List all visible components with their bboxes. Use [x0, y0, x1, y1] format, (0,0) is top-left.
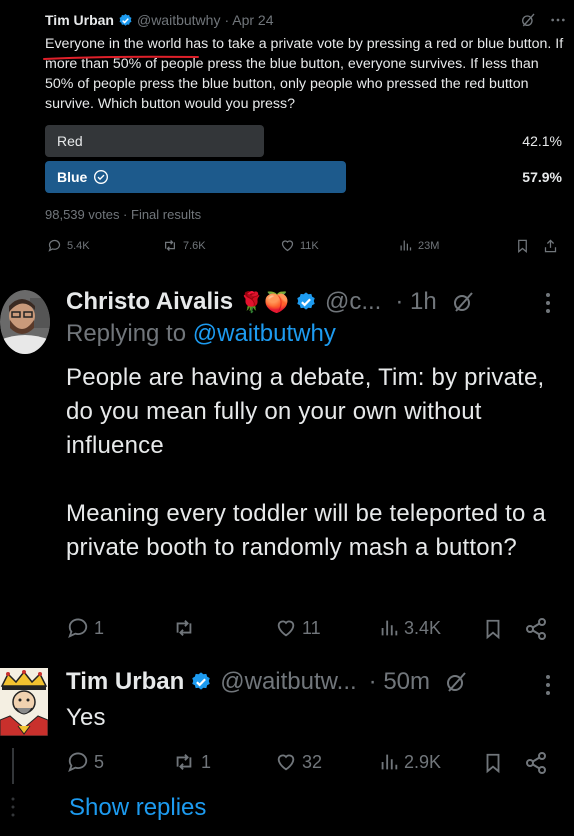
- heart-icon: [281, 240, 294, 252]
- thread-dots-icon: [10, 796, 16, 818]
- bookmark-icon: [518, 239, 527, 253]
- repost-icon: [165, 240, 175, 251]
- reply-count: 1: [94, 617, 105, 638]
- share-icon: [544, 239, 557, 253]
- more-options-icon[interactable]: [550, 12, 566, 28]
- quoted-tweet-text: Everyone in the world has to take a priv…: [45, 36, 564, 112]
- share-button[interactable]: [543, 238, 558, 254]
- avatar[interactable]: [0, 290, 50, 354]
- more-options-icon[interactable]: [544, 292, 552, 314]
- quoted-tweet-header: Tim Urban @waitbutwhy · Apr 24: [45, 12, 273, 28]
- reply-button[interactable]: 1: [66, 617, 104, 639]
- reply1-author-handle[interactable]: @c...: [325, 288, 381, 316]
- replying-to: Replying to @waitbutwhy: [66, 320, 336, 348]
- reply2-author-name[interactable]: Tim Urban: [66, 668, 184, 696]
- reply2-text: Yes: [66, 704, 106, 731]
- poll-option-red[interactable]: Red: [45, 125, 264, 157]
- reply2-author-handle[interactable]: @waitbutw...: [220, 668, 356, 696]
- reply1-header: Christo Aivalis 🌹🍑 @c... · 1h: [66, 288, 475, 316]
- reply-icon: [68, 752, 88, 773]
- avatar-christo-icon: [0, 290, 50, 354]
- repost-count: 7.6K: [183, 239, 206, 252]
- like-count: 11K: [300, 239, 319, 252]
- replying-to-label: Replying to: [66, 320, 187, 347]
- like-count: 11: [302, 617, 321, 638]
- reply1-author-name[interactable]: Christo Aivalis: [66, 288, 233, 316]
- reply2-header: Tim Urban @waitbutw... · 50m: [66, 668, 468, 696]
- share-button[interactable]: [524, 617, 548, 641]
- heart-icon: [277, 754, 295, 771]
- like-button[interactable]: 32: [274, 751, 322, 773]
- share-button[interactable]: [524, 751, 548, 775]
- poll-meta: 98,539 votes · Final results: [45, 207, 202, 222]
- share-icon: [526, 618, 546, 640]
- grok-icon[interactable]: [451, 290, 475, 314]
- bookmark-button[interactable]: [482, 751, 504, 775]
- views-icon: [400, 240, 412, 251]
- like-button[interactable]: 11K: [280, 238, 319, 253]
- reply1-text: People are having a debate, Tim: by priv…: [66, 364, 546, 561]
- heart-icon: [277, 620, 295, 637]
- bookmark-icon: [486, 619, 500, 640]
- verified-badge-icon: [295, 291, 317, 313]
- grok-icon[interactable]: [520, 12, 536, 28]
- repost-icon: [176, 620, 192, 636]
- share-icon: [526, 752, 546, 774]
- verified-badge-icon: [190, 671, 212, 693]
- repost-button[interactable]: 7.6K: [162, 238, 206, 253]
- bookmark-icon: [486, 753, 500, 774]
- like-count: 32: [302, 751, 323, 772]
- poll-percent-red: 42.1%: [522, 133, 562, 149]
- reply-button[interactable]: 5.4K: [47, 238, 90, 253]
- verified-badge-icon: [118, 13, 133, 28]
- reply-count: 5: [94, 751, 105, 772]
- repost-button[interactable]: 1: [171, 751, 211, 773]
- views-icon: [381, 754, 398, 770]
- poll-option-label: Red: [57, 133, 83, 149]
- bookmark-button[interactable]: [515, 238, 530, 254]
- repost-count: 1: [201, 751, 212, 772]
- grok-icon[interactable]: [444, 670, 468, 694]
- quoted-date: · Apr 24: [224, 12, 274, 28]
- poll-percent-blue: 57.9%: [522, 169, 562, 185]
- views-count: 3.4K: [404, 617, 442, 638]
- quoted-author-name[interactable]: Tim Urban: [45, 12, 114, 28]
- quoted-author-handle[interactable]: @waitbutwhy: [137, 12, 220, 28]
- reply-icon: [68, 618, 88, 639]
- poll-option-blue[interactable]: Blue: [45, 161, 346, 193]
- views-button[interactable]: 2.9K: [378, 751, 441, 773]
- views-count: 2.9K: [404, 751, 442, 772]
- views-button[interactable]: 23M: [398, 238, 439, 253]
- views-icon: [381, 620, 398, 636]
- bookmark-button[interactable]: [482, 617, 504, 641]
- like-button[interactable]: 11: [274, 617, 321, 639]
- more-options-icon[interactable]: [544, 674, 552, 696]
- quoted-top-icons: [520, 12, 566, 28]
- check-circle-icon: [93, 169, 109, 185]
- thread-line: [12, 748, 14, 784]
- reply-count: 5.4K: [67, 239, 90, 252]
- reply-button[interactable]: 5: [66, 751, 104, 773]
- red-annotation-underline: [43, 55, 199, 60]
- rose-peach-emoji: 🌹🍑: [239, 291, 289, 314]
- repost-icon: [176, 754, 192, 770]
- reply2-time: · 50m: [368, 668, 431, 695]
- views-count: 23M: [418, 239, 440, 252]
- views-button[interactable]: 3.4K: [378, 617, 441, 639]
- reply-icon: [48, 239, 61, 252]
- avatar-king-card-icon: [0, 668, 48, 736]
- show-replies-link[interactable]: Show replies: [69, 794, 206, 822]
- replying-to-handle[interactable]: @waitbutwhy: [193, 320, 336, 347]
- repost-button[interactable]: [171, 617, 201, 639]
- reply1-time: · 1h: [395, 288, 437, 315]
- poll-option-label: Blue: [57, 169, 88, 185]
- avatar[interactable]: [0, 668, 48, 736]
